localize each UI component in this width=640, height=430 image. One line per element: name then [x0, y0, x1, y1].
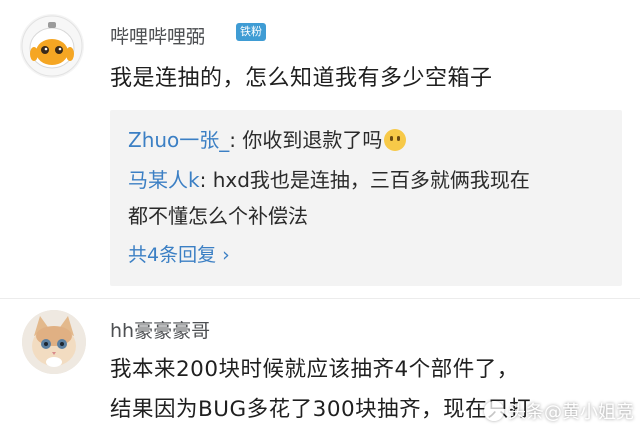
reply-text: : hxd我也是连抽，三百多就俩我现在	[199, 168, 530, 192]
astronaut-avatar-icon[interactable]	[20, 14, 84, 78]
username[interactable]: hh豪豪豪哥	[110, 316, 210, 343]
fan-badge: 铁粉	[236, 23, 266, 41]
reply-box[interactable]: Zhuo一张_: 你收到退款了吗 马某人k: hxd我也是连抽，三百多就俩我现在…	[110, 110, 622, 286]
kitten-avatar-icon[interactable]	[22, 310, 86, 374]
watermark: 头条@黄小姐竞	[484, 398, 634, 424]
more-replies-link[interactable]: 共4条回复 ›	[128, 240, 230, 267]
reply-item: Zhuo一张_: 你收到退款了吗	[128, 124, 407, 153]
reply-item: 马某人k: hxd我也是连抽，三百多就俩我现在	[128, 164, 530, 193]
watermark-text: 头条@黄小姐竞	[508, 402, 634, 423]
comment-text-continued: 结果因为BUG多花了300块抽齐，现在只打	[110, 397, 532, 422]
reply-username[interactable]: 马某人k	[128, 168, 200, 192]
reply-text-continued: 都不懂怎么个补偿法	[128, 204, 308, 228]
reply-text: : 你收到退款了吗	[229, 128, 383, 152]
toutiao-logo-icon	[484, 401, 504, 421]
username[interactable]: 哔哩哔哩弼	[110, 22, 205, 49]
comment-text: 我是连抽的，怎么知道我有多少空箱子	[110, 66, 493, 91]
comment-text: 我本来200块时候就应该抽齐4个部件了，	[110, 357, 519, 382]
crying-face-emoji-icon	[384, 129, 407, 151]
comment-item: 哔哩哔哩弼 铁粉 我是连抽的，怎么知道我有多少空箱子 Zhuo一张_: 你收到退…	[0, 0, 640, 298]
reply-username[interactable]: Zhuo一张_	[128, 128, 229, 152]
